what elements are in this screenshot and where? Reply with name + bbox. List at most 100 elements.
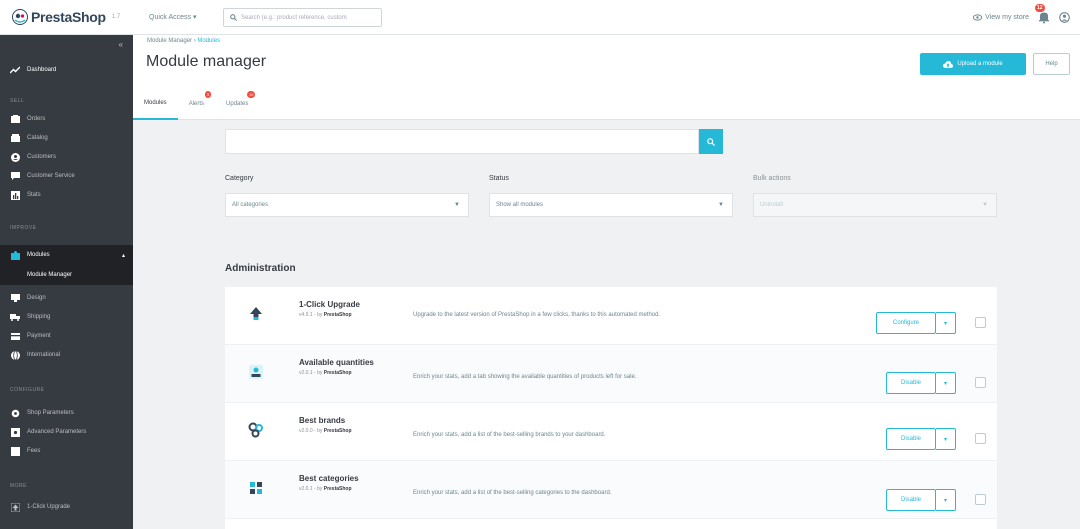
sidebar-item-module-manager[interactable]: Module Manager (0, 265, 133, 285)
prestashop-logo[interactable]: PrestaShop 1.7 (12, 9, 120, 25)
sidebar-item-modules[interactable]: Modules ▴ (0, 245, 133, 265)
truck-icon (10, 312, 20, 322)
breadcrumb-parent[interactable]: Module Manager (147, 38, 192, 44)
user-account-icon[interactable] (1059, 11, 1070, 23)
search-input[interactable]: Search (e.g.: product reference, custom (223, 8, 382, 27)
disable-button[interactable]: Disable (886, 428, 936, 450)
module-search-button[interactable] (699, 129, 723, 154)
module-select-checkbox[interactable] (975, 433, 986, 444)
sidebar-item-dashboard[interactable]: Dashboard (0, 60, 133, 80)
upload-module-label: Upload a module (957, 61, 1003, 67)
action-dropdown-toggle[interactable]: ▾ (936, 428, 956, 450)
sidebar-item-label: Customers (27, 154, 57, 160)
module-search-input[interactable] (225, 129, 699, 154)
page-header: Module Manager › Modules Module manager … (133, 35, 1080, 120)
puzzle-icon (10, 250, 20, 260)
disable-button[interactable]: Disable (886, 489, 936, 511)
module-select-checkbox[interactable] (975, 317, 986, 328)
chevron-down-icon: ▾ (943, 380, 947, 387)
sidebar-item-label: Payment (27, 333, 51, 339)
globe-icon (10, 350, 20, 360)
status-select[interactable]: Show all modules ▼ (489, 193, 733, 217)
sidebar-item-design[interactable]: Design (0, 288, 133, 308)
sidebar-item-label: Orders (27, 116, 46, 122)
tab-alerts[interactable]: Alerts 3 (178, 88, 215, 120)
disable-button[interactable]: Disable (886, 372, 936, 394)
module-author: PrestaShop (323, 370, 352, 376)
module-author: PrestaShop (323, 428, 352, 434)
module-select-checkbox[interactable] (975, 494, 986, 505)
module-description: Enrich your stats, add a tab showing the… (413, 374, 637, 380)
sidebar-item-catalog[interactable]: Catalog (0, 128, 133, 148)
sidebar-item-label: Modules (27, 252, 50, 258)
sidebar-section-more: MORE (10, 483, 27, 489)
module-author: PrestaShop (323, 312, 352, 318)
sidebar-item-label: Shop Parameters (27, 410, 74, 416)
action-dropdown-toggle[interactable]: ▾ (936, 312, 956, 334)
chevron-down-icon: ▼ (982, 202, 988, 208)
version-label: 1.7 (111, 14, 121, 20)
sidebar-item-orders[interactable]: Orders (0, 109, 133, 129)
upload-module-button[interactable]: Upload a module (920, 53, 1026, 75)
upgrade-arrow-icon (247, 305, 265, 323)
module-select-checkbox[interactable] (975, 377, 986, 388)
search-icon (707, 137, 715, 146)
chevron-down-icon: ▼ (718, 202, 724, 208)
sidebar-item-international[interactable]: International (0, 345, 133, 365)
sidebar-item-label: Catalog (27, 135, 48, 141)
bulk-actions-select[interactable]: Uninstall ▼ (753, 193, 997, 217)
view-store-link[interactable]: View my store (973, 14, 1029, 21)
inbox-icon (10, 114, 20, 124)
notifications-badge: 12 (1035, 4, 1045, 12)
sidebar-item-customers[interactable]: Customers (0, 147, 133, 167)
tab-modules[interactable]: Modules (133, 88, 178, 120)
module-description: Upgrade to the latest version of PrestaS… (413, 312, 661, 318)
category-select[interactable]: All categories ▼ (225, 193, 469, 217)
cloud-upload-icon (943, 60, 954, 68)
view-store-label: View my store (985, 13, 1029, 21)
sidebar-item-shop-parameters[interactable]: Shop Parameters (0, 403, 133, 423)
search-icon (230, 14, 237, 21)
chevron-down-icon: ▾ (943, 436, 947, 443)
gear-icon (10, 408, 20, 418)
tab-updates[interactable]: Updates 10 (215, 88, 259, 120)
best-categories-icon (247, 479, 265, 497)
sidebar-item-stats[interactable]: Stats (0, 185, 133, 205)
sidebar-item-customer-service[interactable]: Customer Service (0, 166, 133, 186)
breadcrumb-current[interactable]: Modules (197, 38, 220, 44)
configure-button[interactable]: Configure (876, 312, 936, 334)
sidebar-item-label: Advanced Parameters (27, 429, 87, 435)
logo-text: PrestaShop (31, 9, 106, 25)
action-dropdown-toggle[interactable]: ▾ (936, 372, 956, 394)
settings-app-icon (10, 427, 20, 437)
status-filter-label: Status (489, 175, 509, 182)
help-button[interactable]: Help (1033, 53, 1070, 75)
sidebar: « Dashboard SELL Orders Catalog Customer… (0, 35, 133, 529)
sidebar-item-payment[interactable]: Payment (0, 326, 133, 346)
notifications-button[interactable]: 12 (1035, 4, 1051, 24)
status-select-value: Show all modules (496, 202, 544, 208)
eye-icon (973, 13, 983, 21)
bar-chart-icon (10, 190, 20, 200)
sidebar-item-shipping[interactable]: Shipping (0, 307, 133, 327)
module-name: 1-Click Upgrade (299, 300, 360, 309)
module-version-text: v2.0.1 - by (299, 486, 324, 492)
upgrade-icon (10, 502, 20, 512)
bell-icon (1039, 12, 1049, 24)
action-dropdown-toggle[interactable]: ▾ (936, 489, 956, 511)
sidebar-item-1-click-upgrade[interactable]: 1-Click Upgrade (0, 497, 133, 517)
sidebar-item-advanced-parameters[interactable]: Advanced Parameters (0, 422, 133, 442)
store-icon (10, 133, 20, 143)
credit-card-icon (10, 331, 20, 341)
module-description: Enrich your stats, add a list of the bes… (413, 490, 612, 496)
sidebar-item-fees[interactable]: Fees (0, 441, 133, 461)
breadcrumb: Module Manager › Modules (147, 38, 220, 44)
module-version-text: v2.0.1 - by (299, 370, 324, 376)
quick-access-dropdown[interactable]: Quick Access ▾ (149, 13, 196, 21)
bulk-actions-value: Uninstall (760, 202, 784, 208)
collapse-sidebar-icon[interactable]: « (119, 40, 123, 49)
sidebar-section-improve: IMPROVE (10, 225, 37, 231)
top-bar: PrestaShop 1.7 Quick Access ▾ Search (e.… (0, 0, 1080, 35)
sidebar-item-label: Design (27, 295, 46, 301)
module-row-best-categories: Best categories v2.0.1 - by PrestaShop E… (225, 461, 997, 519)
